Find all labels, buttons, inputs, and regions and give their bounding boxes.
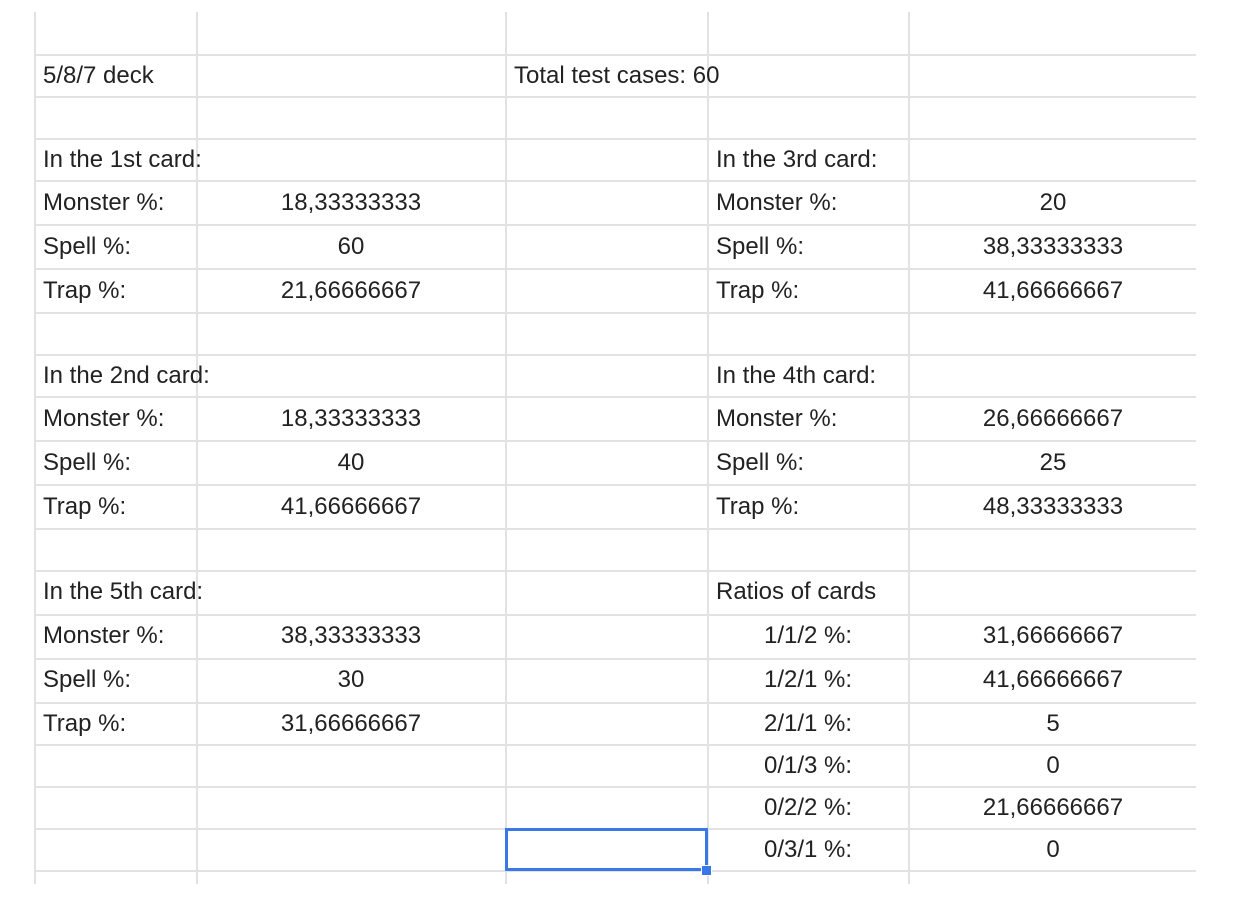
card2-heading[interactable]: In the 2nd card:: [35, 355, 335, 397]
card1-monster-value[interactable]: 18,33333333: [197, 182, 505, 224]
card2-spell-value[interactable]: 40: [197, 442, 505, 484]
card3-trap-value[interactable]: 41,66666667: [909, 270, 1197, 312]
ratio-value[interactable]: 31,66666667: [909, 615, 1197, 657]
card3-monster-label[interactable]: Monster %:: [708, 182, 908, 224]
active-cell-selection[interactable]: [505, 828, 708, 871]
card1-spell-label[interactable]: Spell %:: [35, 226, 195, 268]
ratio-label[interactable]: 0/1/3 %:: [708, 745, 908, 787]
card4-spell-value[interactable]: 25: [909, 442, 1197, 484]
card2-trap-label[interactable]: Trap %:: [35, 486, 195, 528]
card3-monster-value[interactable]: 20: [909, 182, 1197, 224]
card5-trap-value[interactable]: 31,66666667: [197, 703, 505, 745]
card1-spell-value[interactable]: 60: [197, 226, 505, 268]
card2-trap-value[interactable]: 41,66666667: [197, 486, 505, 528]
card2-monster-value[interactable]: 18,33333333: [197, 398, 505, 440]
card5-spell-value[interactable]: 30: [197, 659, 505, 701]
card1-heading[interactable]: In the 1st card:: [35, 139, 335, 181]
card5-spell-label[interactable]: Spell %:: [35, 659, 195, 701]
card1-monster-label[interactable]: Monster %:: [35, 182, 195, 224]
card5-trap-label[interactable]: Trap %:: [35, 703, 195, 745]
ratio-label[interactable]: 2/1/1 %:: [708, 703, 908, 745]
row-divider: [35, 528, 1196, 530]
fill-handle[interactable]: [701, 865, 712, 876]
card3-heading[interactable]: In the 3rd card:: [708, 139, 1008, 181]
card3-spell-value[interactable]: 38,33333333: [909, 226, 1197, 268]
card4-monster-label[interactable]: Monster %:: [708, 398, 908, 440]
card5-monster-value[interactable]: 38,33333333: [197, 615, 505, 657]
ratio-value[interactable]: 41,66666667: [909, 659, 1197, 701]
card5-monster-label[interactable]: Monster %:: [35, 615, 195, 657]
ratio-value[interactable]: 5: [909, 703, 1197, 745]
card3-spell-label[interactable]: Spell %:: [708, 226, 908, 268]
ratio-label[interactable]: 1/1/2 %:: [708, 615, 908, 657]
card2-monster-label[interactable]: Monster %:: [35, 398, 195, 440]
card5-heading[interactable]: In the 5th card:: [35, 571, 335, 613]
spreadsheet-grid[interactable]: 5/8/7 deck Total test cases: 60 In the 1…: [0, 0, 1246, 898]
column-divider: [505, 12, 507, 884]
ratios-heading[interactable]: Ratios of cards: [708, 571, 1008, 613]
ratio-label[interactable]: 1/2/1 %:: [708, 659, 908, 701]
total-test-cases-cell[interactable]: Total test cases: 60: [506, 55, 906, 97]
ratio-value[interactable]: 21,66666667: [909, 787, 1197, 829]
row-divider: [35, 312, 1196, 314]
card4-spell-label[interactable]: Spell %:: [708, 442, 908, 484]
card4-trap-value[interactable]: 48,33333333: [909, 486, 1197, 528]
card2-spell-label[interactable]: Spell %:: [35, 442, 195, 484]
ratio-label[interactable]: 0/2/2 %:: [708, 787, 908, 829]
card3-trap-label[interactable]: Trap %:: [708, 270, 908, 312]
card1-trap-label[interactable]: Trap %:: [35, 270, 195, 312]
deck-title-cell[interactable]: 5/8/7 deck: [35, 55, 195, 97]
ratio-label[interactable]: 0/3/1 %:: [708, 829, 908, 871]
card4-trap-label[interactable]: Trap %:: [708, 486, 908, 528]
card4-heading[interactable]: In the 4th card:: [708, 355, 1008, 397]
card4-monster-value[interactable]: 26,66666667: [909, 398, 1197, 440]
ratio-value[interactable]: 0: [909, 829, 1197, 871]
ratio-value[interactable]: 0: [909, 745, 1197, 787]
card1-trap-value[interactable]: 21,66666667: [197, 270, 505, 312]
